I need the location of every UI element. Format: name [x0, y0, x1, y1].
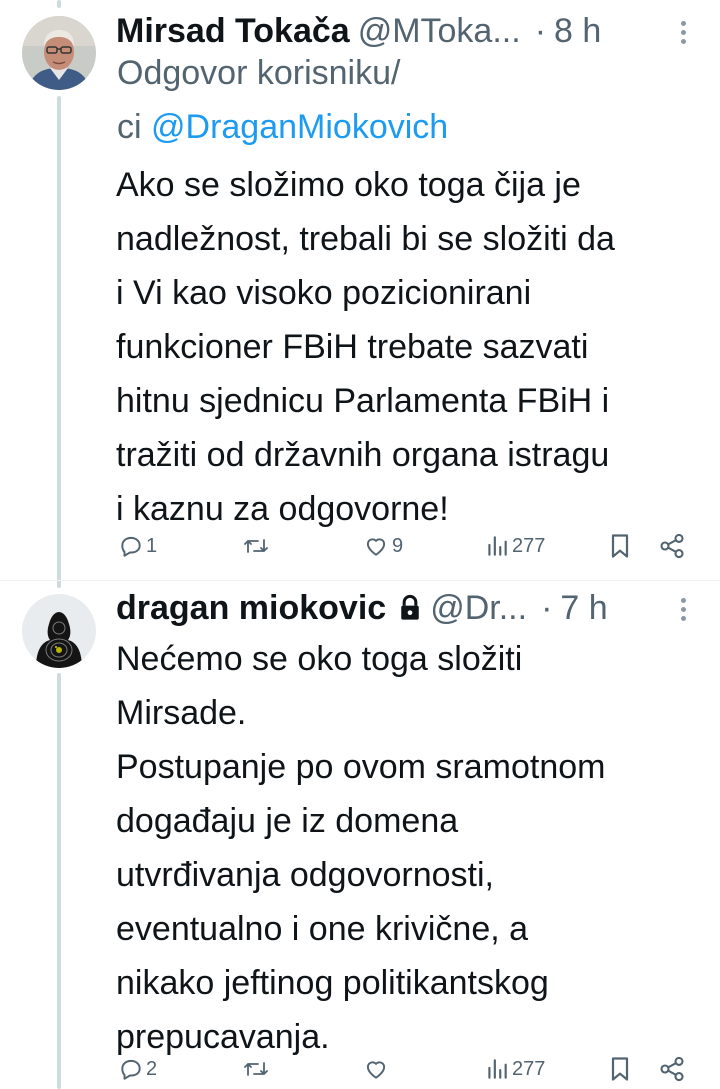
bookmark-button[interactable] — [608, 1051, 632, 1087]
more-icon[interactable] — [678, 21, 688, 48]
tweet-actions: 2 277 — [112, 1051, 702, 1087]
reply-context: Odgovor korisniku/ ci @DraganMiokovich — [117, 46, 537, 154]
reply-count: 1 — [146, 534, 158, 557]
retweet-button[interactable] — [242, 528, 272, 564]
like-count: 9 — [392, 534, 404, 557]
timestamp[interactable]: 8 h — [554, 9, 601, 53]
author-handle[interactable]: @Dr... — [430, 586, 527, 630]
separator-dot: · — [541, 589, 553, 627]
retweet-icon — [244, 1062, 268, 1076]
reply-prefix: Odgovor korisniku/ — [117, 54, 401, 92]
thread-line-1 — [57, 96, 61, 588]
author-name[interactable]: dragan miokovic — [116, 586, 386, 630]
views-count: 277 — [512, 534, 546, 557]
tweet-text: Nećemo se oko toga složiti Mirsade. Post… — [116, 640, 606, 1056]
retweet-icon — [244, 539, 268, 553]
reply-prefix-2: ci — [117, 108, 151, 146]
tweet-text: Ako se složimo oko toga čija je nadležno… — [116, 166, 615, 528]
more-icon[interactable] — [678, 598, 688, 625]
tweet-header: dragan miokovic @Dr... · 7 h — [116, 586, 608, 630]
like-button[interactable]: 9 — [362, 528, 403, 564]
avatar[interactable] — [22, 594, 96, 668]
thread-line-top — [57, 0, 61, 8]
views-count: 277 — [512, 1057, 546, 1080]
comment-icon — [121, 536, 141, 557]
share-button[interactable] — [658, 1051, 686, 1087]
views-button[interactable]: 277 — [484, 528, 545, 564]
views-icon — [488, 1059, 507, 1079]
share-button[interactable] — [658, 528, 686, 564]
thread-line-2 — [57, 673, 61, 1089]
like-button[interactable] — [362, 1051, 392, 1087]
reply-mention-link[interactable]: @DraganMiokovich — [151, 108, 448, 146]
heart-icon — [366, 1061, 386, 1079]
avatar[interactable] — [22, 16, 96, 90]
comment-icon — [121, 1059, 141, 1080]
reply-count: 2 — [146, 1057, 158, 1080]
bookmark-icon — [611, 534, 629, 558]
reply-button[interactable]: 2 — [118, 1051, 157, 1087]
tweet-actions: 1 9 277 — [112, 528, 702, 564]
lock-icon — [398, 594, 422, 622]
reply-button[interactable]: 1 — [118, 528, 157, 564]
views-button[interactable]: 277 — [484, 1051, 545, 1087]
share-icon — [660, 1056, 684, 1082]
divider — [0, 580, 720, 581]
bookmark-button[interactable] — [608, 528, 632, 564]
retweet-button[interactable] — [242, 1051, 272, 1087]
timestamp[interactable]: 7 h — [560, 586, 607, 630]
views-icon — [488, 536, 507, 556]
bookmark-icon — [611, 1057, 629, 1081]
share-icon — [660, 533, 684, 559]
heart-icon — [366, 538, 386, 556]
